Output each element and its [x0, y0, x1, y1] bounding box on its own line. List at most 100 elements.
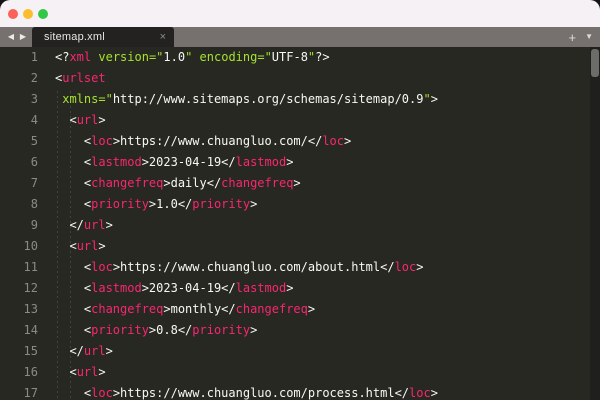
- code-line[interactable]: 3 xmlns="http://www.sitemaps.org/schemas…: [0, 89, 600, 110]
- xml-tag-token: priority: [91, 323, 149, 337]
- code-text: <lastmod>2023-04-19</lastmod>: [38, 152, 293, 173]
- traffic-light-close-button[interactable]: [8, 9, 18, 19]
- line-number: 10: [0, 236, 38, 257]
- code-text: <loc>https://www.chuangluo.com/process.h…: [38, 383, 438, 400]
- xml-text-token: <: [55, 113, 77, 127]
- xml-text-token: >https://www.chuangluo.com/</: [113, 134, 323, 148]
- xml-text-token: >0.8</: [149, 323, 192, 337]
- nav-back-icon[interactable]: ◀: [5, 27, 17, 47]
- line-number: 12: [0, 278, 38, 299]
- code-text: xmlns="http://www.sitemaps.org/schemas/s…: [38, 89, 438, 110]
- xml-tag-token: changefreq: [91, 302, 163, 316]
- xml-text-token: <: [55, 155, 91, 169]
- xml-text-token: <: [55, 386, 91, 400]
- xml-text-token: 1.0: [163, 50, 185, 64]
- xml-text-token: <: [55, 197, 91, 211]
- traffic-light-minimize-button[interactable]: [23, 9, 33, 19]
- xml-text-token: <: [55, 176, 91, 190]
- indent-guide: [70, 91, 71, 400]
- code-line[interactable]: 15 </url>: [0, 341, 600, 362]
- xml-text-token: >monthly</: [163, 302, 235, 316]
- xml-text-token: >: [431, 92, 438, 106]
- code-text: <lastmod>2023-04-19</lastmod>: [38, 278, 293, 299]
- code-line[interactable]: 16 <url>: [0, 362, 600, 383]
- xml-text-token: <: [55, 239, 77, 253]
- code-line[interactable]: 6 <lastmod>2023-04-19</lastmod>: [0, 152, 600, 173]
- xml-tag-token: changefreq: [236, 302, 308, 316]
- app-window: ◀ ▶ sitemap.xml × + ▼ 1<?xml version="1.…: [0, 0, 600, 400]
- code-line[interactable]: 11 <loc>https://www.chuangluo.com/about.…: [0, 257, 600, 278]
- code-text: <?xml version="1.0" encoding="UTF-8"?>: [38, 47, 330, 68]
- xml-text-token: <: [55, 281, 91, 295]
- code-line[interactable]: 7 <changefreq>daily</changefreq>: [0, 173, 600, 194]
- xml-text-token: >: [344, 134, 351, 148]
- tab-sitemap[interactable]: sitemap.xml ×: [32, 27, 174, 47]
- code-line[interactable]: 2<urlset: [0, 68, 600, 89]
- tab-label: sitemap.xml: [44, 31, 160, 43]
- xml-tag-token: loc: [322, 134, 344, 148]
- code-text: <urlset: [38, 68, 106, 89]
- code-text: <changefreq>monthly</changefreq>: [38, 299, 315, 320]
- line-number: 3: [0, 89, 38, 110]
- code-editor[interactable]: 1<?xml version="1.0" encoding="UTF-8"?>2…: [0, 47, 600, 400]
- xml-tag-token: loc: [409, 386, 431, 400]
- code-text: </url>: [38, 341, 113, 362]
- xml-text-token: >: [286, 281, 293, 295]
- xml-text-token: >: [98, 365, 105, 379]
- xml-tag-token: priority: [192, 323, 250, 337]
- xml-text-token: <: [55, 365, 77, 379]
- xml-tag-token: priority: [192, 197, 250, 211]
- line-number: 14: [0, 320, 38, 341]
- line-number: 4: [0, 110, 38, 131]
- tab-close-icon[interactable]: ×: [160, 32, 166, 43]
- nav-forward-icon[interactable]: ▶: [17, 27, 29, 47]
- xml-tag-token: lastmod: [236, 155, 287, 169]
- scrollbar-thumb[interactable]: [591, 49, 599, 77]
- code-line[interactable]: 12 <lastmod>2023-04-19</lastmod>: [0, 278, 600, 299]
- code-line[interactable]: 13 <changefreq>monthly</changefreq>: [0, 299, 600, 320]
- code-line[interactable]: 10 <url>: [0, 236, 600, 257]
- tab-overflow-chevron-down-icon[interactable]: ▼: [585, 33, 593, 41]
- xml-tag-token: changefreq: [221, 176, 293, 190]
- code-line[interactable]: 14 <priority>0.8</priority>: [0, 320, 600, 341]
- code-line[interactable]: 9 </url>: [0, 215, 600, 236]
- line-number: 2: [0, 68, 38, 89]
- code-line[interactable]: 8 <priority>1.0</priority>: [0, 194, 600, 215]
- line-number: 11: [0, 257, 38, 278]
- code-text: <url>: [38, 236, 106, 257]
- scrollbar-track[interactable]: [590, 47, 600, 400]
- xml-tag-token: lastmod: [236, 281, 287, 295]
- xml-attr-token: ": [423, 92, 430, 106]
- line-number: 7: [0, 173, 38, 194]
- tab-bar: ◀ ▶ sitemap.xml × + ▼: [0, 27, 600, 47]
- line-number: 16: [0, 362, 38, 383]
- xml-text-token: UTF-8: [272, 50, 308, 64]
- line-number: 9: [0, 215, 38, 236]
- indent-guide: [57, 91, 58, 400]
- xml-text-token: >: [250, 323, 257, 337]
- xml-text-token: >: [106, 344, 113, 358]
- code-text: </url>: [38, 215, 113, 236]
- tabbar-actions: + ▼: [568, 27, 593, 47]
- xml-text-token: >: [286, 155, 293, 169]
- line-number: 15: [0, 341, 38, 362]
- traffic-light-zoom-button[interactable]: [38, 9, 48, 19]
- code-line[interactable]: 17 <loc>https://www.chuangluo.com/proces…: [0, 383, 600, 400]
- xml-tag-token: urlset: [62, 71, 105, 85]
- code-lines: 1<?xml version="1.0" encoding="UTF-8"?>2…: [0, 47, 600, 400]
- xml-tag-token: priority: [91, 197, 149, 211]
- xml-text-token: >: [293, 176, 300, 190]
- xml-attr-token: ": [185, 50, 199, 64]
- line-number: 5: [0, 131, 38, 152]
- xml-tag-token: lastmod: [91, 155, 142, 169]
- xml-tag-token: lastmod: [91, 281, 142, 295]
- xml-text-token: >: [431, 386, 438, 400]
- code-line[interactable]: 1<?xml version="1.0" encoding="UTF-8"?>: [0, 47, 600, 68]
- code-line[interactable]: 5 <loc>https://www.chuangluo.com/</loc>: [0, 131, 600, 152]
- code-text: <loc>https://www.chuangluo.com/</loc>: [38, 131, 351, 152]
- xml-tag-token: loc: [91, 260, 113, 274]
- xml-text-token: <?: [55, 50, 69, 64]
- new-tab-plus-icon[interactable]: +: [568, 31, 576, 44]
- code-line[interactable]: 4 <url>: [0, 110, 600, 131]
- xml-text-token: <: [55, 260, 91, 274]
